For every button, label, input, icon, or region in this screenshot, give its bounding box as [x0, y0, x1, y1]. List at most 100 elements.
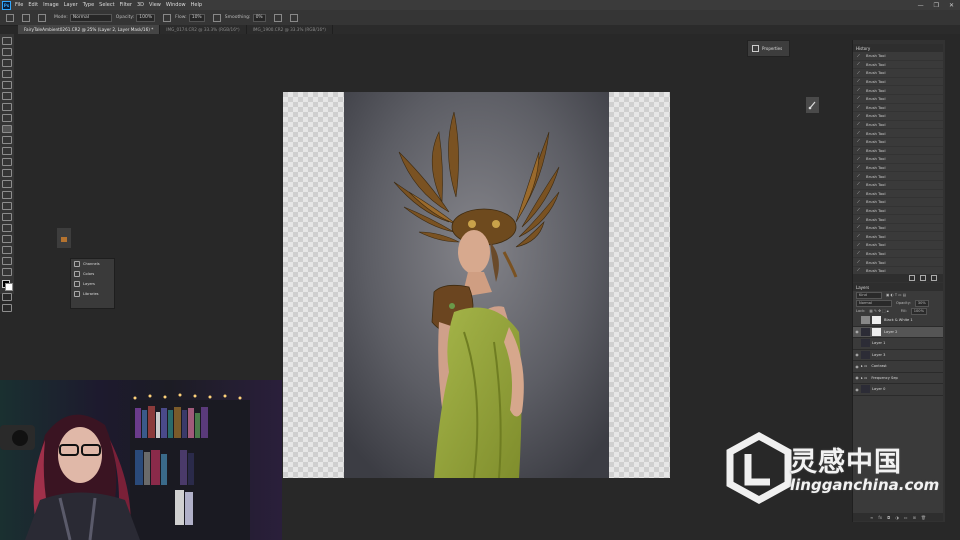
layer-mask-thumbnail[interactable]: [872, 327, 881, 336]
dodge-tool-icon[interactable]: [2, 191, 12, 199]
new-group-icon[interactable]: ▭: [904, 515, 908, 520]
move-tool-icon[interactable]: [2, 37, 12, 45]
airbrush-icon[interactable]: [212, 13, 221, 22]
folder-icon[interactable]: ▸ ▭: [861, 376, 867, 380]
history-item[interactable]: ⟋ Brush Tool: [853, 112, 943, 121]
opacity-field[interactable]: 100%: [136, 13, 156, 22]
brush-settings-panel-icon[interactable]: [806, 97, 819, 113]
history-item[interactable]: ⟋ Brush Tool: [853, 138, 943, 147]
layer-row[interactable]: Black & White 1: [853, 315, 943, 327]
panel-libraries[interactable]: Libraries: [71, 289, 114, 299]
history-item[interactable]: ⟋ Brush Tool: [853, 241, 943, 250]
layer-name[interactable]: Contrast: [871, 364, 886, 368]
layer-row[interactable]: ◉ Layer 3: [853, 350, 943, 361]
add-mask-icon[interactable]: ◘: [887, 515, 890, 520]
layer-row[interactable]: ◉ ▸ ▭ Frequency Sep: [853, 373, 943, 384]
history-item[interactable]: ⟋ Brush Tool: [853, 224, 943, 233]
layer-thumbnail[interactable]: [861, 316, 870, 325]
history-item[interactable]: ⟋ Brush Tool: [853, 172, 943, 181]
pressure-opacity-icon[interactable]: [163, 13, 172, 22]
history-item[interactable]: ⟋ Brush Tool: [853, 250, 943, 259]
new-snapshot-icon[interactable]: [909, 275, 915, 281]
menu-edit[interactable]: Edit: [28, 2, 38, 8]
quick-mask-icon[interactable]: [2, 293, 12, 301]
healing-brush-icon[interactable]: [2, 114, 12, 122]
color-swatches-icon[interactable]: [2, 280, 13, 291]
flow-field[interactable]: 10%: [188, 13, 205, 22]
kind-filter-select[interactable]: Kind: [856, 291, 882, 299]
blend-mode-select[interactable]: Normal: [856, 299, 892, 307]
menu-3d[interactable]: 3D: [137, 2, 144, 8]
history-item[interactable]: ⟋ Brush Tool: [853, 198, 943, 207]
history-item[interactable]: ⟋ Brush Tool: [853, 69, 943, 78]
symmetry-icon[interactable]: [289, 13, 298, 22]
visibility-eye-icon[interactable]: ◉: [853, 375, 861, 380]
history-item[interactable]: ⟋ Brush Tool: [853, 52, 943, 61]
filter-icons[interactable]: ▣ ◐ T ▭ ▤: [886, 293, 906, 297]
layer-row[interactable]: ◉ ▸ ▭ Contrast: [853, 361, 943, 373]
menu-window[interactable]: Window: [166, 2, 186, 8]
layer-thumbnail[interactable]: [861, 350, 870, 359]
menu-view[interactable]: View: [149, 2, 161, 8]
history-item[interactable]: ⟋ Brush Tool: [853, 215, 943, 224]
history-item[interactable]: ⟋ Brush Tool: [853, 95, 943, 104]
brush-tool-icon[interactable]: [2, 125, 12, 133]
eyedropper-tool-icon[interactable]: [2, 103, 12, 111]
history-item[interactable]: ⟋ Brush Tool: [853, 121, 943, 130]
history-item[interactable]: ⟋ Brush Tool: [853, 104, 943, 113]
folder-icon[interactable]: ▸ ▭: [861, 364, 867, 368]
history-item[interactable]: ⟋ Brush Tool: [853, 164, 943, 173]
layer-name[interactable]: Frequency Sep: [871, 376, 897, 380]
layer-name[interactable]: Layer 0: [872, 387, 885, 391]
history-item[interactable]: ⟋ Brush Tool: [853, 78, 943, 87]
close-icon[interactable]: ✕: [949, 2, 954, 9]
visibility-eye-icon[interactable]: ◉: [853, 329, 861, 334]
visibility-eye-icon[interactable]: ◉: [853, 387, 861, 392]
history-panel-title[interactable]: History: [853, 44, 943, 52]
marquee-tool-icon[interactable]: [2, 48, 12, 56]
minimize-icon[interactable]: —: [918, 2, 924, 9]
layer-mask-thumbnail[interactable]: [872, 316, 881, 325]
layer-thumbnail[interactable]: [861, 327, 870, 336]
layer-row[interactable]: ◉ Layer 0: [853, 384, 943, 396]
quick-select-tool-icon[interactable]: [2, 70, 12, 78]
pen-tool-icon[interactable]: [2, 202, 12, 210]
rectangle-tool-icon[interactable]: [2, 235, 12, 243]
menu-help[interactable]: Help: [191, 2, 202, 8]
menu-image[interactable]: Image: [43, 2, 59, 8]
layer-name[interactable]: Layer 2: [884, 330, 897, 334]
menu-layer[interactable]: Layer: [64, 2, 78, 8]
menu-filter[interactable]: Filter: [120, 2, 132, 8]
frame-tool-icon[interactable]: [2, 92, 12, 100]
layer-row[interactable]: Layer 1: [853, 338, 943, 350]
collapsed-panel-icon[interactable]: [57, 228, 71, 248]
transparent-area-left[interactable]: [283, 92, 344, 478]
history-item[interactable]: ⟋ Brush Tool: [853, 129, 943, 138]
path-select-icon[interactable]: [2, 224, 12, 232]
properties-panel-button[interactable]: Properties: [747, 40, 790, 57]
history-item[interactable]: ⟋ Brush Tool: [853, 61, 943, 70]
menu-type[interactable]: Type: [83, 2, 94, 8]
type-tool-icon[interactable]: [2, 213, 12, 221]
eraser-tool-icon[interactable]: [2, 158, 12, 166]
crop-tool-icon[interactable]: [2, 81, 12, 89]
lasso-tool-icon[interactable]: [2, 59, 12, 67]
brush-size-picker-icon[interactable]: [22, 13, 30, 22]
history-item[interactable]: ⟋ Brush Tool: [853, 258, 943, 267]
fill-field[interactable]: 100%: [910, 307, 927, 315]
delete-layer-icon[interactable]: 🗑︎: [921, 515, 926, 520]
camera-icon[interactable]: [920, 275, 926, 281]
layers-panel-title[interactable]: Layers: [853, 283, 943, 291]
screen-mode-icon[interactable]: [2, 304, 12, 312]
transparent-area-right[interactable]: [609, 92, 670, 478]
history-item[interactable]: ⟋ Brush Tool: [853, 207, 943, 216]
brush-tool-preset-icon[interactable]: [6, 13, 14, 22]
link-layers-icon[interactable]: ∞: [870, 515, 873, 520]
visibility-eye-icon[interactable]: ◉: [853, 364, 861, 369]
photoshop-logo-icon[interactable]: Ps: [2, 0, 11, 10]
layer-name[interactable]: Black & White 1: [884, 318, 913, 322]
layer-name[interactable]: Layer 3: [872, 353, 885, 357]
history-item[interactable]: ⟋ Brush Tool: [853, 232, 943, 242]
history-brush-icon[interactable]: [2, 147, 12, 155]
panel-channels[interactable]: Channels: [71, 259, 114, 269]
